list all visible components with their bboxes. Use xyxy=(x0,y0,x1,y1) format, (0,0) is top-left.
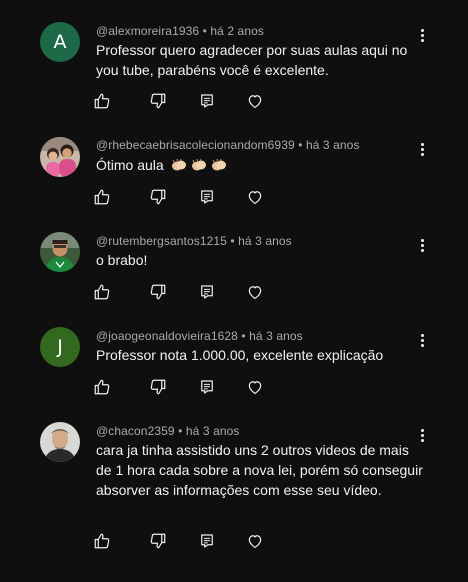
comment-text: o brabo! xyxy=(96,252,148,268)
comment-username[interactable]: @rhebecaebrisacolecionandom6939 xyxy=(96,138,295,152)
reply-icon xyxy=(198,188,216,206)
heart-icon xyxy=(246,188,264,206)
comment-item: @rutembergsantos1215 • há 3 anos o brabo… xyxy=(0,213,468,308)
clapping-hands-icon xyxy=(210,158,228,172)
thumbs-up-icon xyxy=(93,378,111,396)
like-button[interactable] xyxy=(90,375,114,399)
more-vert-icon xyxy=(420,238,424,242)
comment-item: J @joaogeonaldovieira1628 • há 3 anos Pr… xyxy=(0,308,468,403)
more-vert-icon xyxy=(420,28,424,32)
comment-text-content: Ótimo aula xyxy=(96,157,164,173)
comment-username[interactable]: @chacon2359 xyxy=(96,424,175,438)
thumbs-down-icon xyxy=(149,532,167,550)
like-button[interactable] xyxy=(90,185,114,209)
more-vert-icon xyxy=(420,142,424,146)
reply-icon xyxy=(198,532,216,550)
heart-button[interactable] xyxy=(243,529,267,553)
dislike-button[interactable] xyxy=(146,280,170,304)
like-button[interactable] xyxy=(90,280,114,304)
meta-separator: • xyxy=(241,329,246,343)
avatar[interactable]: A xyxy=(40,22,80,62)
heart-icon xyxy=(246,92,264,110)
reply-button[interactable] xyxy=(195,280,219,304)
comment-item: A @alexmoreira1936 • há 2 anos Professor… xyxy=(0,0,468,118)
avatar[interactable] xyxy=(40,232,80,272)
heart-icon xyxy=(246,532,264,550)
reply-icon xyxy=(198,378,216,396)
meta-separator: • xyxy=(178,424,183,438)
thumbs-down-icon xyxy=(149,283,167,301)
comment-meta: @chacon2359 • há 3 anos xyxy=(96,424,240,438)
thumbs-down-icon xyxy=(149,92,167,110)
reply-icon xyxy=(198,283,216,301)
more-vert-icon xyxy=(420,333,424,337)
avatar-photo xyxy=(40,422,80,462)
comment-meta: @joaogeonaldovieira1628 • há 3 anos xyxy=(96,329,303,343)
dislike-button[interactable] xyxy=(146,529,170,553)
like-button[interactable] xyxy=(90,89,114,113)
comment-text: Ótimo aula xyxy=(96,155,426,175)
more-vert-icon xyxy=(420,428,424,432)
heart-button[interactable] xyxy=(243,375,267,399)
dislike-button[interactable] xyxy=(146,375,170,399)
thumbs-up-icon xyxy=(93,92,111,110)
avatar[interactable]: J xyxy=(40,327,80,367)
heart-button[interactable] xyxy=(243,185,267,209)
comment-time[interactable]: há 3 anos xyxy=(238,234,292,248)
comment-text: Professor nota 1.000.00, excelente expli… xyxy=(96,347,384,363)
heart-button[interactable] xyxy=(243,89,267,113)
reply-button[interactable] xyxy=(195,375,219,399)
dislike-button[interactable] xyxy=(146,89,170,113)
comment-time[interactable]: há 3 anos xyxy=(249,329,303,343)
comment-item: @rhebecaebrisacolecionandom6939 • há 3 a… xyxy=(0,118,468,213)
comment-item: @chacon2359 • há 3 anos cara ja tinha as… xyxy=(0,403,468,582)
comment-meta: @rhebecaebrisacolecionandom6939 • há 3 a… xyxy=(96,138,360,152)
comment-username[interactable]: @joaogeonaldovieira1628 xyxy=(96,329,238,343)
comment-time[interactable]: há 3 anos xyxy=(306,138,360,152)
like-button[interactable] xyxy=(90,529,114,553)
reply-icon xyxy=(198,92,216,110)
heart-icon xyxy=(246,378,264,396)
heart-button[interactable] xyxy=(243,280,267,304)
comment-meta: @alexmoreira1936 • há 2 anos xyxy=(96,24,264,38)
avatar-photo xyxy=(40,137,80,177)
heart-icon xyxy=(246,283,264,301)
comment-username[interactable]: @alexmoreira1936 xyxy=(96,24,199,38)
comment-text: cara ja tinha assistido uns 2 outros vid… xyxy=(96,442,423,498)
thumbs-up-icon xyxy=(93,188,111,206)
avatar-photo xyxy=(40,232,80,272)
meta-separator: • xyxy=(230,234,235,248)
reply-button[interactable] xyxy=(195,529,219,553)
reply-button[interactable] xyxy=(195,185,219,209)
clapping-hands-icon xyxy=(170,158,188,172)
meta-separator: • xyxy=(202,24,207,38)
comment-text: Professor quero agradecer por suas aulas… xyxy=(96,42,408,78)
comment-time[interactable]: há 3 anos xyxy=(186,424,240,438)
comment-time[interactable]: há 2 anos xyxy=(210,24,264,38)
comment-username[interactable]: @rutembergsantos1215 xyxy=(96,234,227,248)
comment-meta: @rutembergsantos1215 • há 3 anos xyxy=(96,234,292,248)
dislike-button[interactable] xyxy=(146,185,170,209)
meta-separator: • xyxy=(298,138,303,152)
avatar[interactable] xyxy=(40,422,80,462)
avatar[interactable] xyxy=(40,137,80,177)
reply-button[interactable] xyxy=(195,89,219,113)
thumbs-up-icon xyxy=(93,283,111,301)
thumbs-down-icon xyxy=(149,188,167,206)
clapping-hands-icon xyxy=(190,158,208,172)
thumbs-up-icon xyxy=(93,532,111,550)
thumbs-down-icon xyxy=(149,378,167,396)
